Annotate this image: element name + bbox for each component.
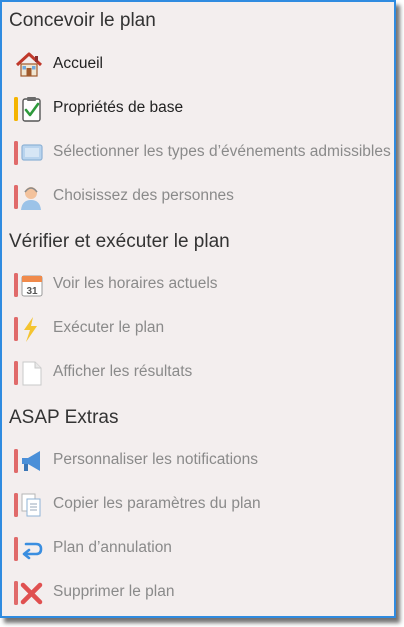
menu-item-cancel-plan[interactable]: Plan d’annulation: [2, 528, 394, 568]
megaphone-icon: [14, 446, 44, 476]
document-icon: [14, 358, 44, 388]
section-title-asap-extras: ASAP Extras: [9, 407, 119, 428]
menu-item-copy-plan-settings[interactable]: Copier les paramètres du plan: [2, 484, 394, 524]
menu-item-label: Propriétés de base: [53, 99, 184, 116]
menu-item-label: Supprimer le plan: [53, 583, 175, 600]
menu-item-label: Afficher les résultats: [53, 363, 193, 380]
delete-x-icon: [14, 578, 44, 608]
menu-item-run-plan[interactable]: Exécuter le plan: [2, 308, 394, 348]
menu-item-label: Plan d’annulation: [53, 539, 172, 556]
menu-item-select-event-types[interactable]: Sélectionner les types d’événements admi…: [2, 132, 394, 172]
person-icon: [14, 182, 44, 212]
menu-item-label: Choisissez des personnes: [53, 187, 234, 204]
menu-item-label: Sélectionner les types d’événements admi…: [53, 143, 391, 160]
menu-item-label: Personnaliser les notifications: [53, 451, 259, 468]
menu-item-label: Voir les horaires actuels: [53, 275, 218, 292]
menu-item-label: Copier les paramètres du plan: [53, 495, 261, 512]
menu-item-customize-notifications[interactable]: Personnaliser les notifications: [2, 440, 394, 480]
svg-text:31: 31: [26, 286, 38, 297]
lightning-icon: [14, 314, 44, 344]
event-types-icon: [14, 138, 44, 168]
menu-item-show-results[interactable]: Afficher les résultats: [2, 352, 394, 392]
navigation-panel: Concevoir le plan Accueil Propriétés de …: [0, 0, 396, 618]
menu-item-choose-people[interactable]: Choisissez des personnes: [2, 176, 394, 216]
menu-item-delete-plan[interactable]: Supprimer le plan: [2, 572, 394, 612]
menu-item-home[interactable]: Accueil: [2, 44, 394, 84]
menu-item-label: Accueil: [53, 55, 103, 72]
menu-item-label: Exécuter le plan: [53, 319, 165, 336]
section-title-verify-run-plan: Vérifier et exécuter le plan: [9, 231, 230, 252]
calendar-icon: 31: [14, 270, 44, 300]
section-title-design-plan: Concevoir le plan: [9, 10, 156, 31]
undo-icon: [14, 534, 44, 564]
menu-item-view-schedules[interactable]: 31 Voir les horaires actuels: [2, 264, 394, 304]
menu-item-basic-properties[interactable]: Propriétés de base: [2, 88, 394, 128]
home-icon: [14, 50, 44, 80]
clipboard-check-icon: [14, 94, 44, 124]
copy-icon: [14, 490, 44, 520]
